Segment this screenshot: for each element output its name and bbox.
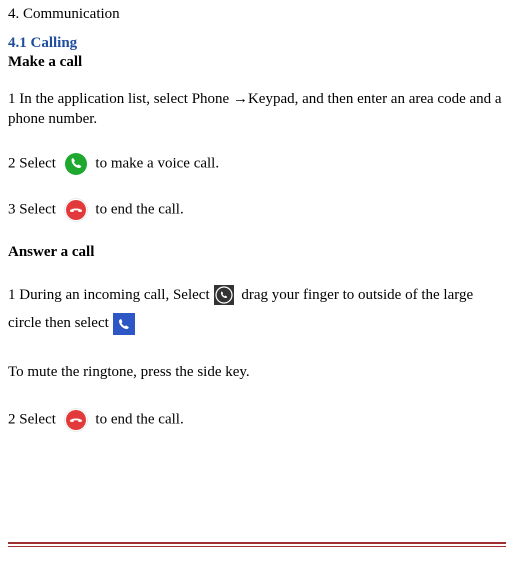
end-red-icon-2 (64, 408, 88, 432)
section-title: 4. Communication (8, 6, 506, 23)
answer-2-suffix: to end the call. (95, 411, 183, 427)
answer-square-icon (113, 313, 135, 335)
mute-note: To mute the ringtone, press the side key… (8, 362, 506, 382)
step-3: 3 Select to end the call. (8, 198, 506, 222)
answer-1-prefix: 1 During an incoming call, Select (8, 287, 210, 303)
answer-step-2: 2 Select to end the call. (8, 408, 506, 432)
end-red-icon (64, 198, 88, 222)
make-call-label: Make a call (8, 54, 506, 71)
step-3-prefix: 3 Select (8, 201, 60, 217)
incoming-icon (214, 285, 234, 305)
footer-divider (8, 542, 506, 547)
answer-call-label: Answer a call (8, 244, 506, 261)
answer-2-prefix: 2 Select (8, 411, 60, 427)
step-1: 1 In the application list, select Phone … (8, 89, 506, 130)
subsection-heading: 4.1 Calling (8, 35, 506, 52)
step-2-suffix: to make a voice call. (95, 155, 219, 171)
step-2: 2 Select to make a voice call. (8, 152, 506, 176)
answer-step-1: 1 During an incoming call, Select drag y… (8, 281, 506, 338)
step-2-prefix: 2 Select (8, 155, 60, 171)
step-3-suffix: to end the call. (95, 201, 183, 217)
dial-green-icon (64, 152, 88, 176)
